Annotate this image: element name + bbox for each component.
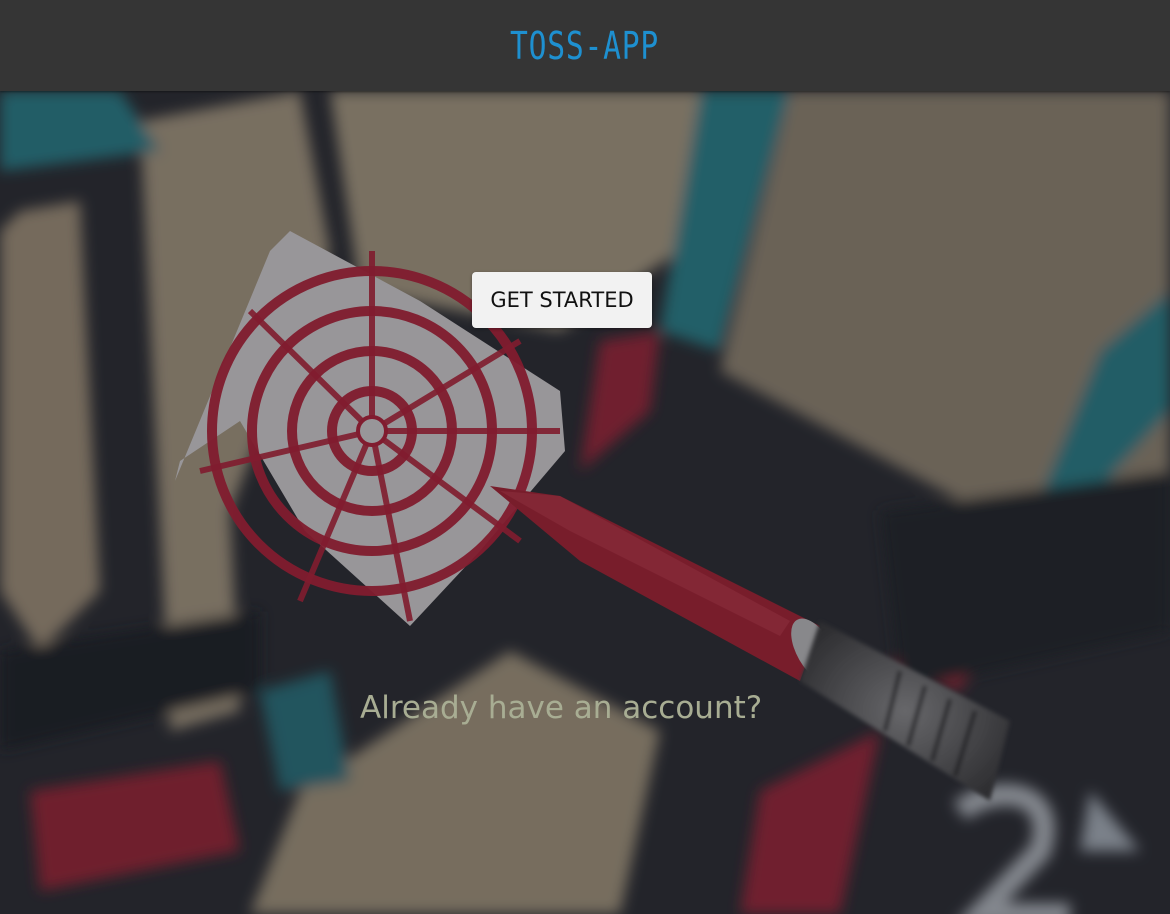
already-have-account-link[interactable]: Already have an account? <box>360 690 762 726</box>
get-started-button[interactable]: GET STARTED <box>472 272 652 328</box>
top-header: TOSS-APP <box>0 0 1170 91</box>
hero-dark-overlay <box>0 91 1170 914</box>
app-logo[interactable]: TOSS-APP <box>510 24 659 68</box>
